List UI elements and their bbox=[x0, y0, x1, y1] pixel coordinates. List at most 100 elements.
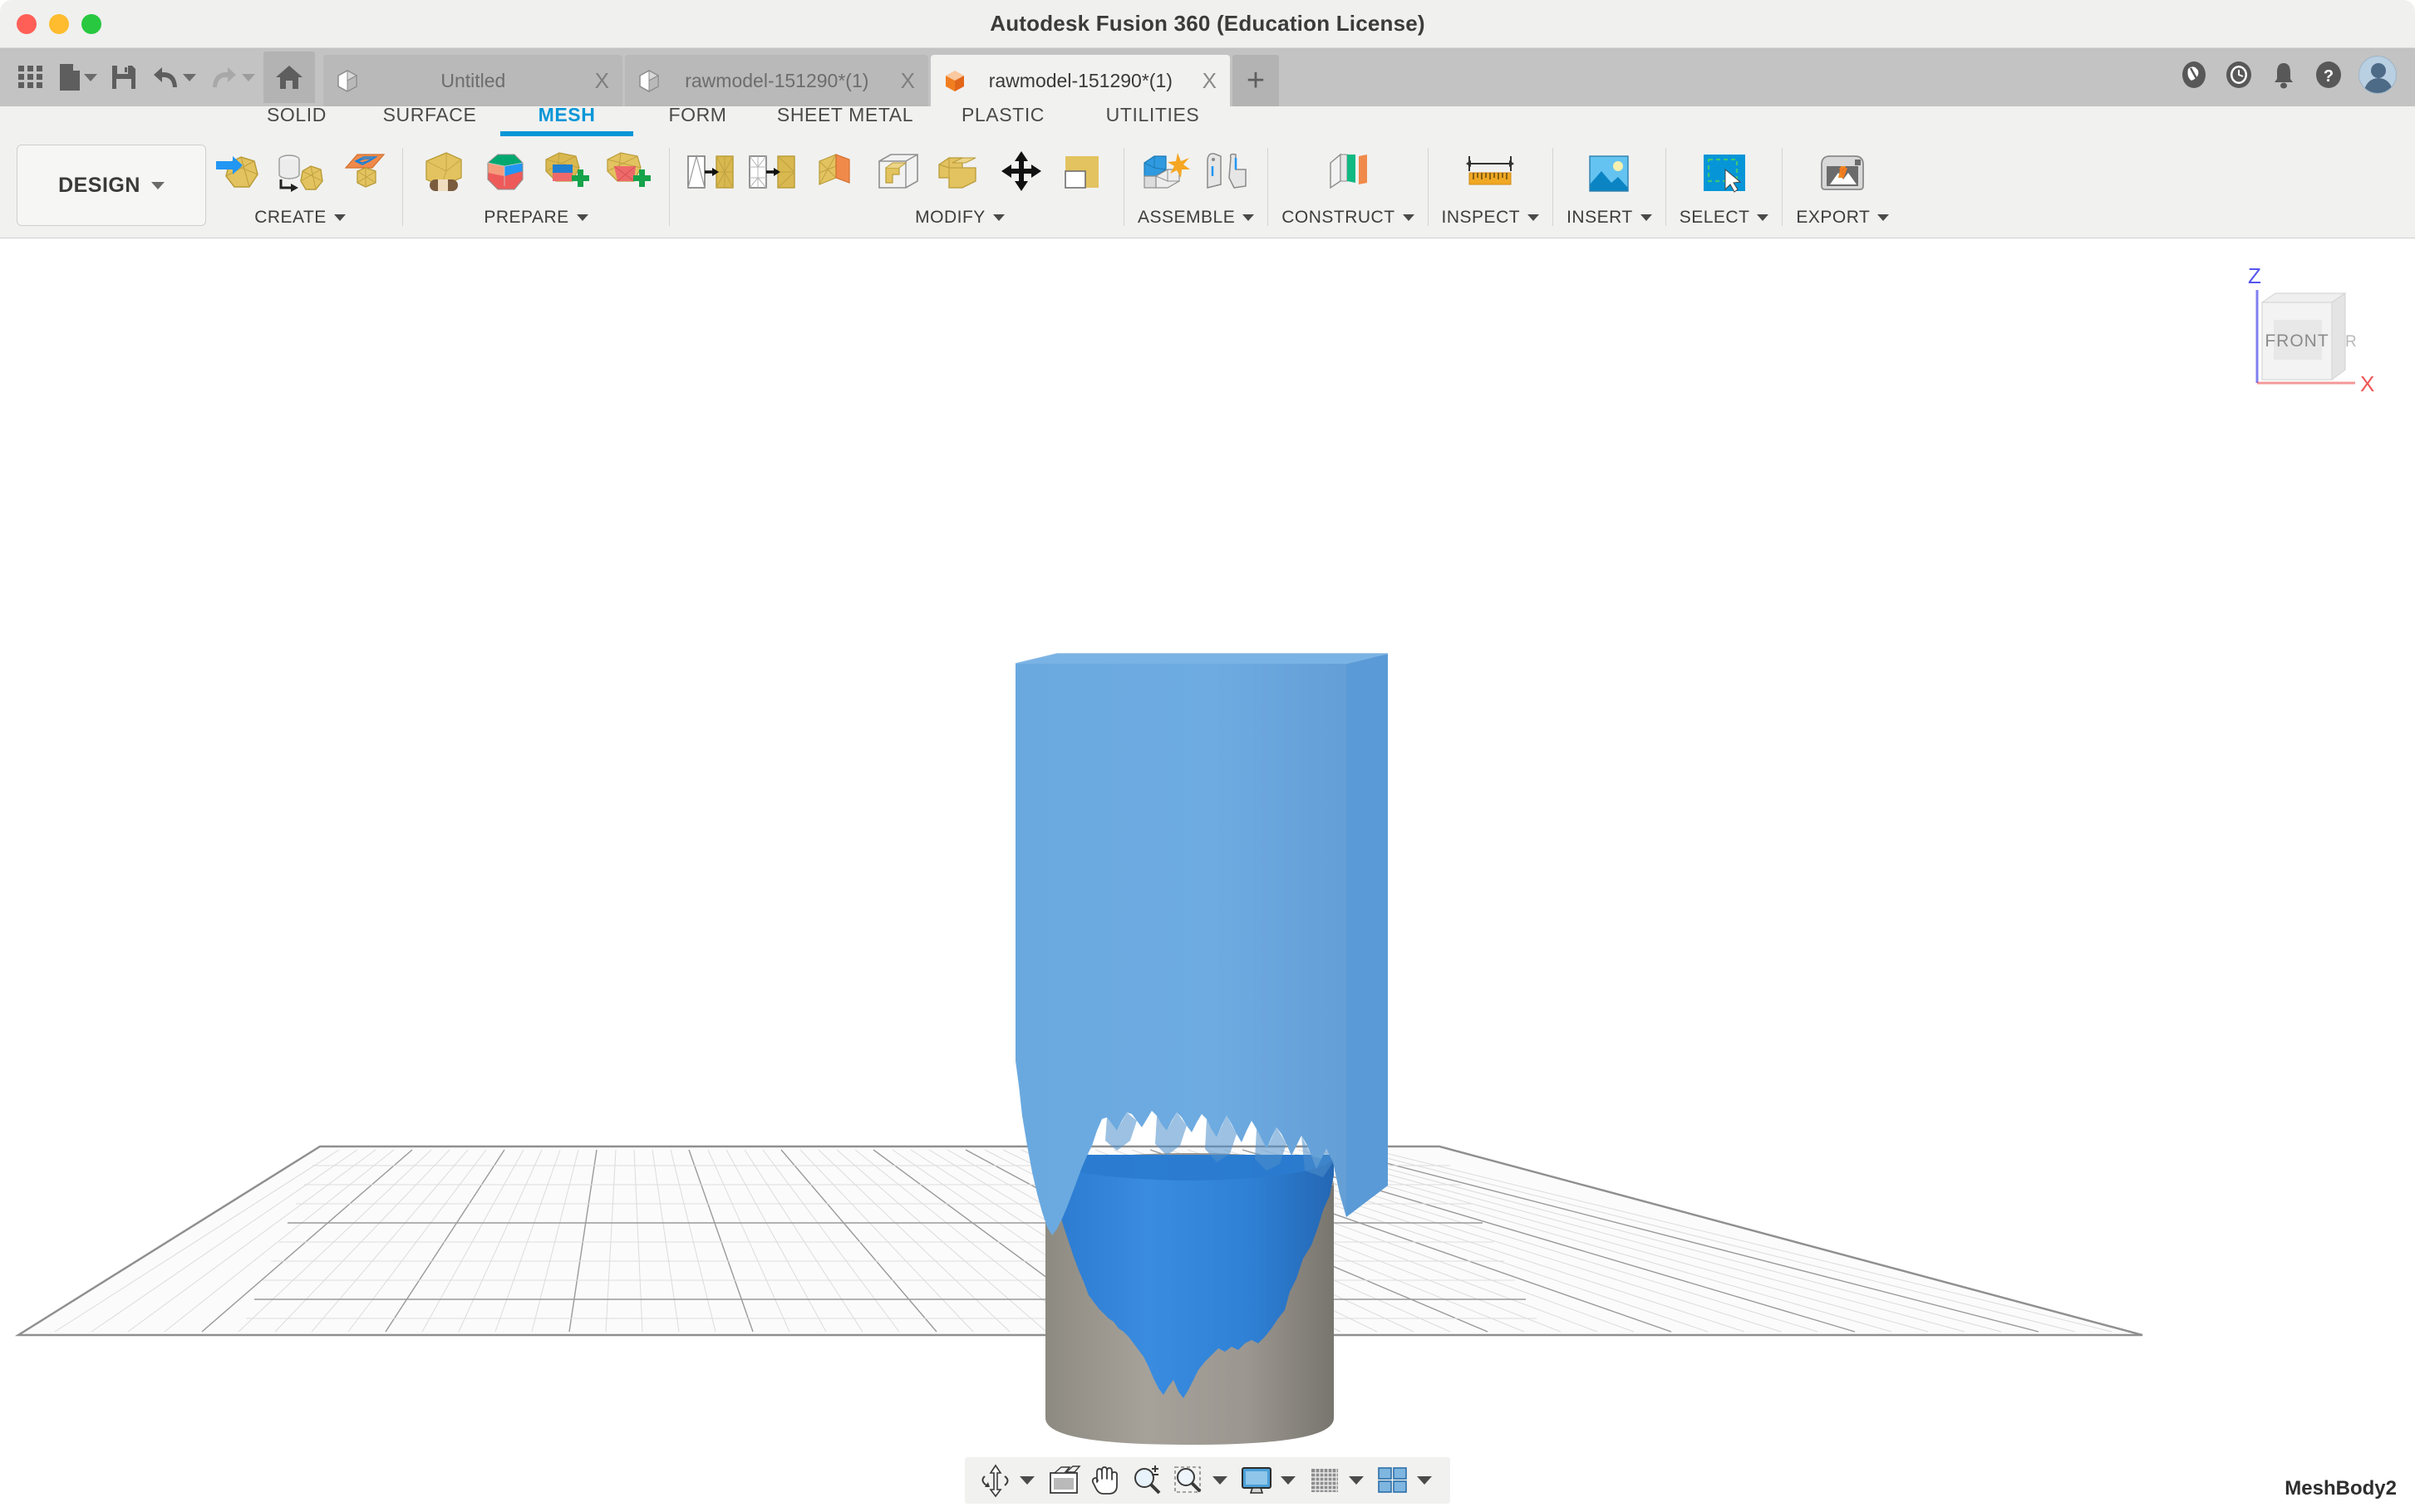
create-face-group-icon[interactable] bbox=[601, 146, 656, 201]
panel-inspect-label[interactable]: INSPECT bbox=[1442, 208, 1540, 228]
account-avatar[interactable] bbox=[2358, 56, 2397, 94]
new-component-icon[interactable] bbox=[1138, 146, 1193, 201]
close-button[interactable] bbox=[17, 13, 37, 34]
view-cube[interactable]: Z X FRONT R bbox=[2222, 257, 2397, 406]
ribbon-tab-label: SURFACE bbox=[382, 104, 477, 125]
job-status-icon[interactable] bbox=[2179, 60, 2209, 90]
panel-select-tools bbox=[1697, 141, 1752, 204]
panel-select-label[interactable]: SELECT bbox=[1680, 208, 1769, 228]
chevron-down-icon bbox=[1242, 214, 1255, 221]
notifications-bell-icon[interactable] bbox=[2269, 60, 2299, 90]
generate-face-groups-icon[interactable] bbox=[539, 146, 594, 201]
close-icon[interactable]: X bbox=[595, 68, 609, 94]
panel-prepare-extra-tools bbox=[683, 141, 799, 204]
tab-untitled[interactable]: Untitled X bbox=[323, 55, 622, 106]
chevron-down-icon bbox=[992, 214, 1005, 221]
merge-bodies-icon[interactable] bbox=[932, 146, 987, 201]
mesh-section-sketch-icon[interactable] bbox=[334, 146, 389, 201]
3d-print-icon[interactable] bbox=[1815, 146, 1870, 201]
navigation-bar bbox=[965, 1457, 1450, 1504]
panel-divider bbox=[402, 148, 403, 226]
insert-canvas-icon[interactable] bbox=[1581, 146, 1636, 201]
home-icon[interactable] bbox=[263, 52, 315, 103]
panel-export-label[interactable]: EXPORT bbox=[1796, 208, 1890, 228]
ribbon-tab-mesh[interactable]: MESH bbox=[500, 104, 633, 141]
ribbon-tab-plastic[interactable]: PLASTIC bbox=[928, 104, 1078, 141]
move-copy-icon[interactable] bbox=[994, 146, 1049, 201]
panel-prepare-label[interactable]: PREPARE bbox=[484, 208, 588, 228]
zoom-window-icon[interactable] bbox=[1169, 1461, 1208, 1500]
chevron-down-icon[interactable] bbox=[1281, 1476, 1296, 1485]
panel-insert-label[interactable]: INSERT bbox=[1567, 208, 1652, 228]
panel-prepare-extra: . bbox=[678, 141, 804, 228]
remesh-icon[interactable] bbox=[745, 146, 799, 201]
orbit-icon[interactable] bbox=[976, 1461, 1015, 1500]
brep-to-mesh-icon[interactable] bbox=[273, 146, 327, 201]
panel-divider bbox=[1782, 148, 1783, 226]
close-icon[interactable]: X bbox=[1203, 68, 1217, 94]
panel-label-text: ASSEMBLE bbox=[1138, 208, 1236, 227]
chevron-down-icon[interactable] bbox=[1020, 1476, 1035, 1485]
create-mesh-icon[interactable] bbox=[211, 146, 266, 201]
viewport-canvas[interactable]: Z X FRONT R MeshBody2 bbox=[0, 238, 2415, 1512]
maximize-button[interactable] bbox=[81, 13, 101, 34]
delete-icon[interactable] bbox=[1055, 146, 1110, 201]
panel-modify: MODIFY bbox=[804, 141, 1115, 228]
ribbon-tab-utilities[interactable]: UTILITIES bbox=[1078, 104, 1227, 141]
redo-icon[interactable] bbox=[204, 54, 260, 101]
app-grid-icon[interactable] bbox=[12, 54, 50, 101]
segment-mesh-icon[interactable] bbox=[478, 146, 533, 201]
panel-label-text: CONSTRUCT bbox=[1281, 208, 1395, 227]
minimize-button[interactable] bbox=[49, 13, 69, 34]
tab-label: rawmodel-151290*(1) bbox=[685, 69, 869, 91]
window-titlebar: Autodesk Fusion 360 (Education License) bbox=[0, 0, 2415, 48]
chevron-down-icon bbox=[1640, 214, 1652, 221]
joint-icon[interactable] bbox=[1199, 146, 1254, 201]
viewports-icon[interactable] bbox=[1374, 1461, 1412, 1500]
ribbon-tab-surface[interactable]: SURFACE bbox=[359, 104, 500, 141]
undo-icon[interactable] bbox=[145, 54, 201, 101]
separate-mesh-icon[interactable] bbox=[871, 146, 926, 201]
panel-create-label[interactable]: CREATE bbox=[254, 208, 346, 228]
orange-cube-icon bbox=[946, 71, 964, 91]
zoom-icon[interactable] bbox=[1128, 1461, 1166, 1500]
grid-snaps-icon[interactable] bbox=[1306, 1461, 1344, 1500]
select-window-icon[interactable] bbox=[1697, 146, 1752, 201]
look-at-icon[interactable] bbox=[1045, 1461, 1083, 1500]
close-icon[interactable]: X bbox=[901, 68, 915, 94]
reduce-mesh-icon[interactable] bbox=[683, 146, 738, 201]
help-icon[interactable]: ? bbox=[2314, 60, 2344, 90]
svg-text:R: R bbox=[2345, 333, 2357, 351]
measure-icon[interactable] bbox=[1463, 146, 1517, 201]
panel-modify-label[interactable]: MODIFY bbox=[915, 208, 1005, 228]
chevron-down-icon[interactable] bbox=[1349, 1476, 1364, 1485]
chevron-down-icon[interactable] bbox=[1417, 1476, 1432, 1485]
panel-inspect: INSPECT bbox=[1437, 141, 1545, 228]
grey-cube-icon bbox=[337, 70, 358, 92]
panel-label-text: PREPARE bbox=[484, 208, 569, 227]
workspace-selector[interactable]: DESIGN bbox=[17, 145, 206, 226]
pan-icon[interactable] bbox=[1086, 1461, 1124, 1500]
ribbon-tab-sheet-metal[interactable]: SHEET METAL bbox=[762, 104, 928, 141]
ribbon-tab-form[interactable]: FORM bbox=[633, 104, 762, 141]
tab-bar: Untitled X rawmodel-151290*(1) X rawmode… bbox=[0, 48, 2415, 106]
file-icon[interactable] bbox=[53, 54, 102, 101]
chevron-down-icon[interactable] bbox=[1212, 1476, 1227, 1485]
repair-mesh-icon[interactable] bbox=[416, 146, 471, 201]
display-settings-icon[interactable] bbox=[1237, 1461, 1276, 1500]
tab-rawmodel-1[interactable]: rawmodel-151290*(1) X bbox=[625, 55, 928, 106]
chevron-down-icon bbox=[183, 73, 196, 81]
panel-assemble-label[interactable]: ASSEMBLE bbox=[1138, 208, 1255, 228]
panel-export: EXPORT bbox=[1791, 141, 1894, 228]
plane-cut-icon[interactable] bbox=[809, 146, 864, 201]
panel-construct-label[interactable]: CONSTRUCT bbox=[1281, 208, 1414, 228]
extensions-icon[interactable] bbox=[2224, 60, 2254, 90]
save-icon[interactable] bbox=[106, 54, 142, 101]
ribbon-tab-solid[interactable]: SOLID bbox=[234, 104, 359, 141]
ribbon-body: DESIGN CREATE PREPARE MODIFY ASSEMBLE CO… bbox=[0, 141, 2415, 238]
panel-label-text: CREATE bbox=[254, 208, 327, 227]
new-tab-button[interactable]: + bbox=[1232, 55, 1279, 106]
panel-create-tools bbox=[211, 141, 389, 204]
tab-rawmodel-2[interactable]: rawmodel-151290*(1) X bbox=[931, 55, 1230, 106]
offset-plane-icon[interactable] bbox=[1321, 146, 1375, 201]
